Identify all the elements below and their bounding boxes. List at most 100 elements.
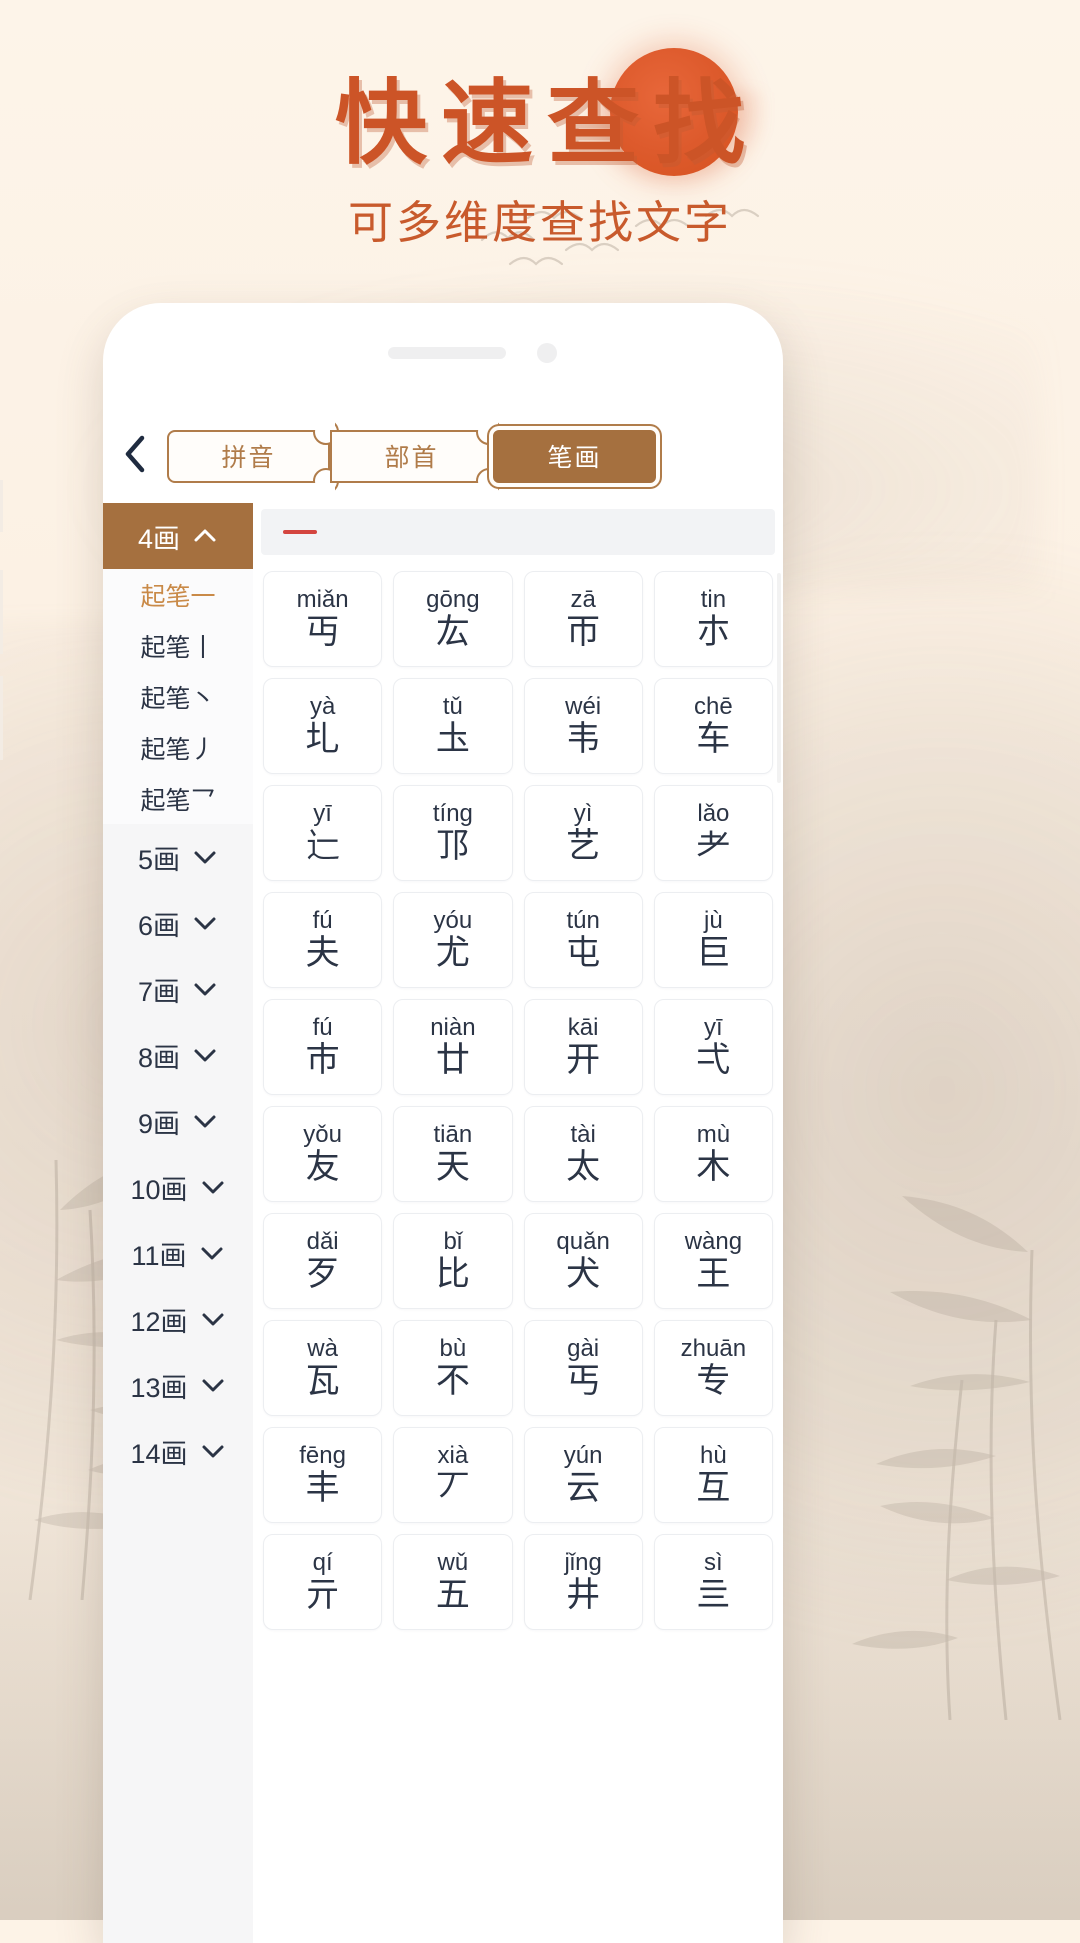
character-cell[interactable]: sì 亖: [653, 1534, 773, 1630]
back-button[interactable]: [103, 434, 167, 479]
character-pinyin: yún: [563, 1442, 603, 1470]
sidebar-group-6画[interactable]: 6画: [103, 890, 253, 956]
character-cell[interactable]: wàng 王: [653, 1213, 773, 1309]
stroke-count-sidebar[interactable]: 4画起笔一起笔丨起笔丶 起笔丿 起笔乛 5画 6画 7画 8画 9画 10画 11画 12画 13画 1…: [103, 503, 253, 1943]
character-pinyin: gài: [567, 1335, 600, 1363]
character-glyph: 专: [696, 1362, 731, 1401]
character-cell[interactable]: chē 车: [653, 678, 773, 774]
character-cell[interactable]: bù 不: [393, 1320, 513, 1416]
character-cell[interactable]: yóu 尤: [393, 892, 513, 988]
sidebar-item-起笔丿[interactable]: 起笔丿: [103, 722, 253, 773]
chevron-down-icon: [200, 1306, 226, 1332]
character-cell[interactable]: gōng 厷: [393, 571, 513, 667]
hero-section: 快速查找 可多维度查找文字: [0, 0, 1080, 246]
section-header: [261, 509, 775, 555]
sidebar-group-9画[interactable]: 9画: [103, 1088, 253, 1154]
character-pinyin: jù: [704, 907, 723, 935]
character-glyph: 太: [566, 1148, 601, 1187]
character-cell[interactable]: yī 弌: [653, 999, 773, 1095]
character-glyph: 木: [696, 1148, 731, 1187]
sidebar-group-11画[interactable]: 11画: [103, 1220, 253, 1286]
character-cell[interactable]: yà 圠: [263, 678, 383, 774]
sidebar-group-14画[interactable]: 14画: [103, 1418, 253, 1484]
character-cell[interactable]: miǎn 丏: [263, 571, 383, 667]
sidebar-item-起笔一[interactable]: 起笔一: [103, 569, 253, 620]
character-pinyin: wǔ: [437, 1549, 469, 1577]
tab-radical[interactable]: 部首: [330, 418, 502, 494]
character-cell[interactable]: yī 辷: [263, 785, 383, 881]
character-cell[interactable]: jù 巨: [653, 892, 773, 988]
tab-strokes[interactable]: 笔画: [493, 429, 656, 483]
phone-mockup: 拼音 部首 笔画 4画起笔一起笔丨起笔丶 起笔丿 起笔乛 5画 6画 7画 8画 9画 10画 1…: [103, 303, 783, 1943]
character-cell[interactable]: hù 互: [653, 1427, 773, 1523]
character-grid: miǎn 丏 gōng 厷 zā 帀 tin 朩 yà 圠 tǔ 圡 wéi 韦 chē 车 yī 辷 tíng 邒 y…: [253, 555, 783, 1630]
character-glyph: 辷: [305, 827, 340, 866]
character-cell[interactable]: fēng 丰: [263, 1427, 383, 1523]
character-cell[interactable]: gài 丐: [523, 1320, 643, 1416]
character-cell[interactable]: wéi 韦: [523, 678, 643, 774]
character-pinyin: zā: [570, 586, 596, 614]
character-glyph: 云: [566, 1469, 601, 1508]
character-cell[interactable]: niàn 廿: [393, 999, 513, 1095]
sidebar-group-7画[interactable]: 7画: [103, 956, 253, 1022]
character-cell[interactable]: tíng 邒: [393, 785, 513, 881]
character-cell[interactable]: tiān 天: [393, 1106, 513, 1202]
sidebar-item-起笔乛[interactable]: 起笔乛: [103, 773, 253, 824]
sidebar-group-12画[interactable]: 12画: [103, 1286, 253, 1352]
sidebar-group-4画[interactable]: 4画: [103, 503, 253, 569]
tab-pinyin-label: 拼音: [221, 444, 276, 472]
chevron-down-icon: [192, 910, 218, 936]
character-cell[interactable]: zhuān 专: [653, 1320, 773, 1416]
character-cell[interactable]: tǔ 圡: [393, 678, 513, 774]
character-cell[interactable]: qí 亓: [263, 1534, 383, 1630]
character-cell[interactable]: kāi 开: [523, 999, 643, 1095]
character-cell[interactable]: tin 朩: [653, 571, 773, 667]
sidebar-group-10画[interactable]: 10画: [103, 1154, 253, 1220]
character-pinyin: niàn: [430, 1014, 476, 1042]
character-cell[interactable]: dǎi 歹: [263, 1213, 383, 1309]
sidebar-group-5画[interactable]: 5画: [103, 824, 253, 890]
sidebar-group-label: 7画: [137, 976, 181, 1007]
sidebar-item-label: 起笔一: [140, 582, 216, 611]
chevron-down-icon: [192, 1108, 218, 1134]
character-cell[interactable]: zā 帀: [523, 571, 643, 667]
character-cell[interactable]: xià 丆: [393, 1427, 513, 1523]
character-cell[interactable]: wǔ 五: [393, 1534, 513, 1630]
chevron-down-icon: [200, 1438, 226, 1464]
tab-radical-label: 部首: [384, 444, 439, 472]
sidebar-item-label: 起笔丨: [140, 633, 216, 662]
vertical-scrollbar[interactable]: [777, 573, 781, 783]
tab-pinyin[interactable]: 拼音: [167, 418, 339, 494]
sidebar-group-label: 11画: [131, 1240, 187, 1271]
character-glyph: 廿: [435, 1041, 470, 1080]
character-cell[interactable]: jǐng 井: [523, 1534, 643, 1630]
character-cell[interactable]: quǎn 犬: [523, 1213, 643, 1309]
character-pinyin: tin: [700, 586, 727, 614]
character-pinyin: jǐng: [564, 1549, 602, 1577]
character-pinyin: tíng: [432, 800, 473, 828]
character-cell[interactable]: bǐ 比: [393, 1213, 513, 1309]
character-cell[interactable]: fú 夫: [263, 892, 383, 988]
sidebar-item-起笔丨[interactable]: 起笔丨: [103, 620, 253, 671]
character-cell[interactable]: yún 云: [523, 1427, 643, 1523]
character-pinyin: fēng: [299, 1442, 346, 1470]
character-glyph: 天: [435, 1148, 470, 1187]
character-cell[interactable]: wà 瓦: [263, 1320, 383, 1416]
character-pinyin: gōng: [426, 586, 480, 614]
character-pinyin: yǒu: [303, 1121, 342, 1149]
character-cell[interactable]: lǎo 耂: [653, 785, 773, 881]
character-pinyin: mù: [696, 1121, 731, 1149]
character-pinyin: fú: [312, 907, 333, 935]
character-cell[interactable]: tài 太: [523, 1106, 643, 1202]
sidebar-group-8画[interactable]: 8画: [103, 1022, 253, 1088]
sidebar-item-起笔丶[interactable]: 起笔丶: [103, 671, 253, 722]
character-cell[interactable]: fú 巿: [263, 999, 383, 1095]
character-cell[interactable]: mù 木: [653, 1106, 773, 1202]
phone-volume-up-button: [0, 570, 3, 654]
character-cell[interactable]: tún 屯: [523, 892, 643, 988]
sidebar-group-13画[interactable]: 13画: [103, 1352, 253, 1418]
search-mode-tabs: 拼音 部首 笔画: [167, 418, 656, 494]
character-pinyin: kāi: [567, 1014, 599, 1042]
character-cell[interactable]: yǒu 友: [263, 1106, 383, 1202]
character-cell[interactable]: yì 艺: [523, 785, 643, 881]
